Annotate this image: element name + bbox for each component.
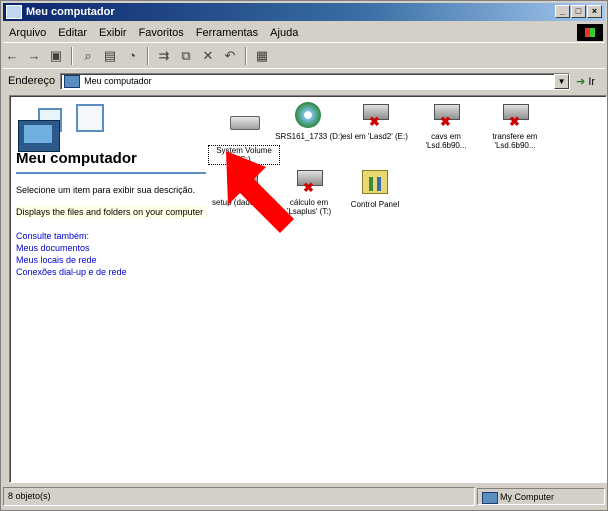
toolbar-separator xyxy=(245,47,247,65)
menu-ferramentas[interactable]: Ferramentas xyxy=(190,27,264,39)
toolbar-separator xyxy=(71,47,73,65)
drive-item-e[interactable]: ✖ esl em 'Lasd2' (E:) xyxy=(340,102,410,141)
item-label: cavs em 'Lsd.6b90... xyxy=(425,132,467,150)
delete-icon[interactable]: ✕ xyxy=(199,47,217,65)
status-zone: My Computer xyxy=(477,487,605,505)
item-label: Control Panel xyxy=(350,200,400,209)
menu-bar: Arquivo Editar Exibir Favoritos Ferramen… xyxy=(3,23,605,43)
drive-item-transfere[interactable]: ✖ transfere em 'Lsd.6b90... xyxy=(480,102,550,150)
windows-logo-icon xyxy=(577,24,603,41)
computer-icon xyxy=(6,5,22,19)
red-arrow-annotation xyxy=(226,151,294,233)
move-to-icon[interactable]: ⇉ xyxy=(155,47,173,65)
address-bar: Endereço Meu computador ▼ ➜ Ir xyxy=(3,70,605,92)
computer-icon xyxy=(64,74,81,88)
minimize-button[interactable]: _ xyxy=(555,5,570,18)
toolbar: ← → ▣ ⌕ ▤ ◔ ⇉ ⧉ ✕ ↶ ▦ xyxy=(3,44,605,69)
back-icon[interactable]: ← xyxy=(3,47,21,65)
item-label: esl em 'Lasd2' (E:) xyxy=(342,132,408,141)
computer-icon xyxy=(482,491,498,504)
explorer-window: Meu computador _ □ × Arquivo Editar Exib… xyxy=(0,0,608,511)
close-button[interactable]: × xyxy=(587,5,602,18)
network-drive-icon: ✖ xyxy=(361,102,389,130)
link-meus-locais-de-rede[interactable]: Meus locais de rede xyxy=(16,254,206,266)
copy-to-icon[interactable]: ⧉ xyxy=(177,47,195,65)
menu-editar[interactable]: Editar xyxy=(52,27,93,39)
views-icon[interactable]: ▦ xyxy=(253,47,271,65)
drive-item-cavs[interactable]: ✖ cavs em 'Lsd.6b90... xyxy=(411,102,481,150)
up-icon[interactable]: ▣ xyxy=(47,47,65,65)
go-arrow-icon: ➜ xyxy=(576,75,586,88)
address-field[interactable]: Meu computador ▼ xyxy=(60,72,571,90)
status-zone-label: My Computer xyxy=(500,491,555,502)
window-title: Meu computador xyxy=(26,6,115,18)
see-also-heading: Consulte também: xyxy=(16,231,90,241)
control-panel-icon xyxy=(361,170,389,198)
link-meus-documentos[interactable]: Meus documentos xyxy=(16,242,206,254)
panel-info: Displays the files and folders on your c… xyxy=(16,206,206,218)
address-label: Endereço xyxy=(8,75,56,87)
panel-title: Meu computador xyxy=(16,150,206,174)
see-also-links: Consulte também: Meus documentos Meus lo… xyxy=(16,230,206,278)
menu-exibir[interactable]: Exibir xyxy=(93,27,133,39)
status-bar: 8 objeto(s) My Computer xyxy=(3,485,605,507)
network-drive-icon: ✖ xyxy=(432,102,460,130)
item-label: transfere em 'Lsd.6b90... xyxy=(492,132,538,150)
webview-panel: Meu computador Selecione um item para ex… xyxy=(16,102,206,278)
maximize-button[interactable]: □ xyxy=(571,5,586,18)
drive-item-d[interactable]: SRS161_1733 (D:) xyxy=(274,102,344,141)
title-bar[interactable]: Meu computador _ □ × xyxy=(3,3,605,21)
go-label: Ir xyxy=(588,75,596,88)
history-icon[interactable]: ◔ xyxy=(123,47,141,65)
control-panel-item[interactable]: Control Panel xyxy=(340,168,410,209)
forward-icon[interactable]: → xyxy=(25,47,43,65)
menu-ajuda[interactable]: Ajuda xyxy=(264,27,304,39)
cd-drive-icon xyxy=(295,102,323,130)
search-icon[interactable]: ⌕ xyxy=(79,47,97,65)
banner-graphic xyxy=(16,102,206,152)
address-value: Meu computador xyxy=(84,76,152,86)
link-conexoes-dial-up[interactable]: Conexões dial-up e de rede xyxy=(16,266,206,278)
status-object-count: 8 objeto(s) xyxy=(3,486,475,506)
content-pane[interactable]: Meu computador Selecione um item para ex… xyxy=(9,95,607,483)
network-drive-icon: ✖ xyxy=(501,102,529,130)
folders-icon[interactable]: ▤ xyxy=(101,47,119,65)
go-button[interactable]: ➜ Ir xyxy=(576,75,595,88)
panel-description: Selecione um item para exibir sua descri… xyxy=(16,185,196,195)
dropdown-arrow-icon[interactable]: ▼ xyxy=(554,73,570,89)
menu-arquivo[interactable]: Arquivo xyxy=(3,27,52,39)
toolbar-separator xyxy=(147,47,149,65)
menu-favoritos[interactable]: Favoritos xyxy=(133,27,190,39)
hard-drive-icon xyxy=(230,116,260,144)
item-label: SRS161_1733 (D:) xyxy=(275,132,343,141)
undo-icon[interactable]: ↶ xyxy=(221,47,239,65)
